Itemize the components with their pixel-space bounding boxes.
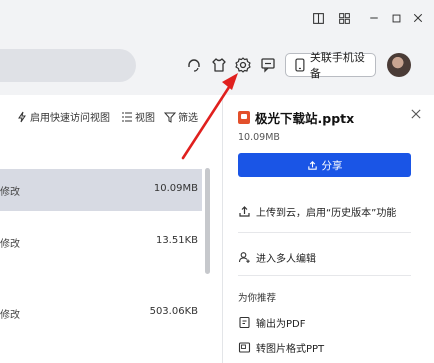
add-user-icon [238,252,250,263]
title-bar [0,0,434,37]
upload-cloud-label: 上传到云，启用“历史版本”功能 [256,208,397,219]
lightning-icon [18,111,26,122]
link-phone-button[interactable]: 关联手机设备 [285,51,376,80]
export-pdf-item[interactable]: 输出为PDF [238,315,305,330]
message-icon[interactable] [258,55,278,75]
upload-icon [239,206,250,217]
file-size-cell: 10.09MB [153,183,198,194]
export-pdf-label: 输出为PDF [256,319,306,330]
image-ppt-label: 转图片格式PPT [256,344,325,355]
file-list: 启用快速访问视图 视图 筛选 修改 10.09MB 修改 13.51KB 修改 … [0,95,222,363]
file-status: 修改 [0,310,20,321]
multi-edit-label: 进入多人编辑 [256,254,316,265]
divider [238,275,411,276]
phone-icon [295,58,305,72]
filter-button[interactable]: 筛选 [164,109,198,124]
view-label: 视图 [135,113,155,124]
grid-icon[interactable] [336,10,352,26]
list-view-icon [122,112,132,121]
pdf-export-icon [239,316,250,329]
layout-icon[interactable] [310,10,326,26]
filter-label: 筛选 [178,113,198,124]
upload-cloud-item[interactable]: 上传到云，启用“历史版本”功能 [238,204,396,219]
table-row[interactable]: 修改 503.06KB [0,292,202,334]
quick-access-label: 启用快速访问视图 [30,113,110,124]
image-ppt-icon [238,342,251,353]
divider [238,232,411,233]
scrollbar[interactable] [205,168,210,274]
ppt-file-icon [238,111,250,124]
file-status: 修改 [0,239,20,250]
recommend-heading: 为你推荐 [238,293,277,304]
multi-edit-item[interactable]: 进入多人编辑 [238,250,316,265]
file-detail-panel: 极光下载站.pptx 10.09MB 分享 上传到云，启用“历史版本”功能 进入… [223,95,434,363]
maximize-icon[interactable] [388,10,404,26]
filter-icon [164,112,176,123]
link-phone-label: 关联手机设备 [309,51,365,80]
file-status: 修改 [0,187,20,198]
file-size: 10.09MB [238,132,280,143]
search-input[interactable] [0,49,136,82]
top-toolbar: 关联手机设备 [0,37,434,95]
share-icon [307,160,317,170]
close-icon[interactable] [410,10,426,26]
view-button[interactable]: 视图 [121,109,155,124]
close-panel-icon[interactable] [411,108,421,123]
skin-icon[interactable] [209,55,229,75]
file-size-cell: 503.06KB [149,306,198,317]
headset-icon[interactable] [184,55,204,75]
table-row[interactable]: 修改 13.51KB [0,221,202,263]
file-title: 极光下载站.pptx [238,108,354,127]
image-ppt-item[interactable]: 转图片格式PPT [238,340,324,355]
settings-icon[interactable] [233,55,253,75]
share-button[interactable]: 分享 [238,153,411,177]
file-name: 极光下载站.pptx [255,111,355,126]
quick-access-button[interactable]: 启用快速访问视图 [16,109,110,124]
file-size-cell: 13.51KB [155,235,198,246]
avatar[interactable] [387,53,411,77]
minimize-icon[interactable] [366,10,382,26]
table-row[interactable]: 修改 10.09MB [0,169,202,211]
share-label: 分享 [321,159,343,172]
